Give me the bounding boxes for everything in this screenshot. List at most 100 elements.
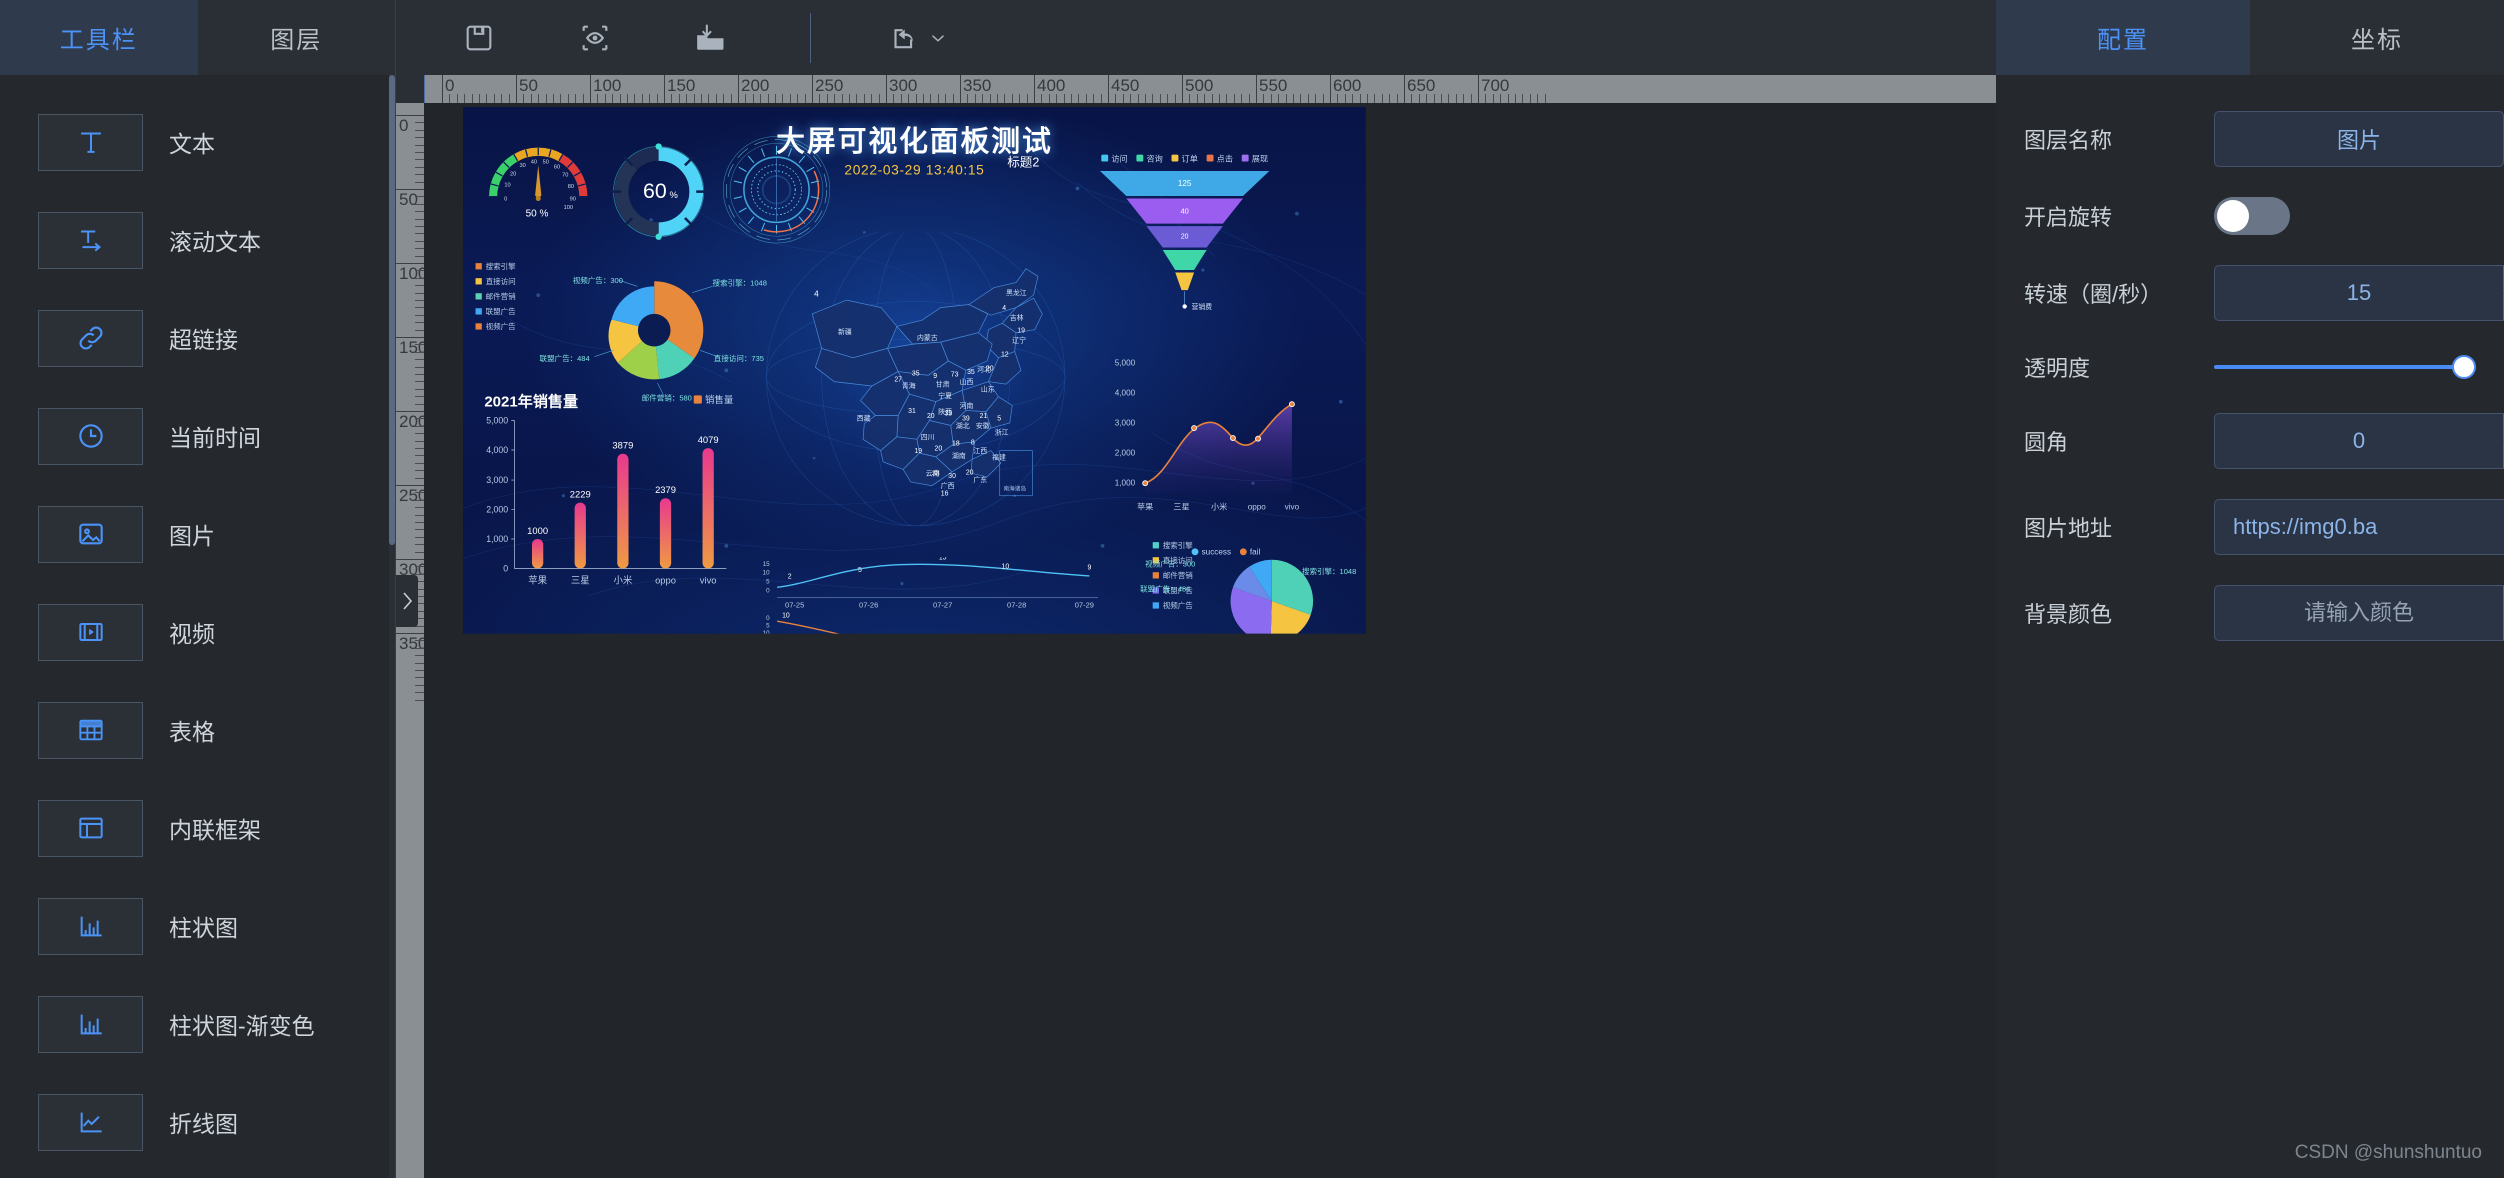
legend-item[interactable]: 搜索引擎 — [1152, 540, 1193, 551]
ruler-minor-tick — [878, 94, 880, 103]
gauge-widget[interactable]: 0 1020 30 40 50 607080 90 100 50 % — [479, 137, 598, 247]
radius-field[interactable] — [2214, 413, 2504, 469]
tool-item-bar-chart[interactable]: 柱状图 — [0, 877, 395, 975]
ruler-minor-tick — [1396, 94, 1398, 103]
ruler-minor-tick — [819, 94, 821, 103]
legend-item[interactable]: 访问 — [1101, 152, 1128, 164]
panel-collapse-handle[interactable] — [396, 575, 418, 627]
dual-line-chart[interactable]: 1510 50 05 1015 202530 25 1510 9 07-25 07-… — [755, 557, 1106, 634]
area-line-chart[interactable]: 5,000 4,000 3,000 2,000 1,000 苹果 三星 小米 oppo — [1096, 350, 1315, 519]
svg-text:39: 39 — [945, 410, 953, 417]
ruler-minor-tick — [415, 292, 424, 294]
svg-text:5: 5 — [766, 579, 770, 586]
tool-item-marquee-text[interactable]: 滚动文本 — [0, 191, 395, 289]
tab-config-label: 配置 — [2097, 27, 2149, 54]
layer-name-input[interactable] — [2215, 126, 2503, 152]
ruler-minor-tick — [997, 94, 998, 103]
export-button[interactable] — [887, 21, 949, 55]
layer-name-field[interactable] — [2214, 111, 2504, 167]
import-button[interactable] — [688, 15, 734, 61]
tool-item-video[interactable]: 视频 — [0, 583, 395, 681]
ruler-minor-tick — [415, 255, 424, 257]
save-button[interactable] — [456, 15, 502, 61]
marquee-text-icon — [38, 211, 143, 269]
funnel-chart[interactable]: 125 40 20 营销费 — [1094, 167, 1276, 314]
tab-toolbar[interactable]: 工具栏 — [0, 0, 198, 75]
tool-item-line-chart[interactable]: 折线图 — [0, 1073, 395, 1171]
ruler-minor-tick — [493, 94, 495, 103]
ruler-minor-tick — [471, 94, 473, 103]
svg-text:21: 21 — [980, 413, 988, 420]
ruler-minor-tick — [937, 94, 939, 103]
opacity-slider[interactable] — [2214, 352, 2476, 382]
ruler-minor-tick — [686, 94, 688, 103]
ruler-minor-tick — [415, 492, 424, 494]
image-url-input[interactable] — [2215, 514, 2504, 540]
tab-layers[interactable]: 图层 — [197, 0, 395, 75]
legend-item[interactable]: 直接访问 — [475, 276, 516, 287]
svg-text:35: 35 — [967, 369, 975, 376]
dashboard-canvas[interactable]: 大屏可视化面板测试 2022-03-29 13:40:15 0 10 20 30… — [463, 107, 1366, 634]
legend-item[interactable]: 搜索引擎 — [475, 261, 516, 272]
ruler-minor-tick — [1248, 94, 1250, 103]
left-scrollbar-thumb[interactable] — [389, 75, 395, 545]
svg-text:35: 35 — [912, 370, 920, 377]
pie-chart-2[interactable] — [1209, 550, 1334, 634]
canvas-shell[interactable]: 大屏可视化面板测试 2022-03-29 13:40:15 0 10 20 30… — [424, 103, 1996, 1178]
svg-text:1,000: 1,000 — [486, 534, 508, 544]
legend-item[interactable]: 视频广告 — [1152, 600, 1193, 611]
svg-text:0: 0 — [504, 196, 507, 202]
legend-item[interactable]: 邮件营销 — [1152, 570, 1193, 581]
legend-item[interactable]: 点击 — [1206, 152, 1233, 164]
ruler-minor-tick — [415, 692, 424, 694]
china-map-chart[interactable]: 新疆西藏 青海内蒙古 黑龙江吉林 辽宁甘肃 四川云南 广西广东 湖南江西 福建浙… — [753, 232, 1079, 533]
tool-item-current-time[interactable]: 当前时间 — [0, 387, 395, 485]
ruler-minor-tick — [923, 94, 924, 103]
image-url-field[interactable] — [2214, 499, 2504, 555]
legend-item[interactable]: 订单 — [1171, 152, 1198, 164]
preview-button[interactable] — [572, 15, 618, 61]
tool-item-bar-chart-gradient[interactable]: 柱状图-渐变色 — [0, 975, 395, 1073]
bar-chart[interactable]: 5,000 4,000 3,000 2,000 1,000 0 1000 2229 38… — [476, 413, 739, 601]
ruler-minor-tick — [1145, 94, 1146, 103]
tool-item-table[interactable]: 表格 — [0, 681, 395, 779]
ring-gauge-widget[interactable]: 60 % — [602, 137, 715, 247]
svg-text:新疆: 新疆 — [838, 327, 852, 336]
legend-item[interactable]: 销售量 — [693, 393, 733, 406]
svg-text:广东: 广东 — [973, 475, 987, 484]
legend-item[interactable]: 邮件营销 — [475, 291, 516, 302]
legend-item[interactable]: 咨询 — [1136, 152, 1163, 164]
ruler-minor-tick — [415, 322, 424, 324]
tool-label: 柱状图-渐变色 — [169, 1013, 315, 1039]
ruler-minor-tick — [1359, 94, 1361, 103]
radius-input[interactable] — [2215, 428, 2503, 454]
opacity-slider-knob[interactable] — [2452, 355, 2476, 379]
ruler-minor-tick — [415, 359, 424, 361]
bg-color-input[interactable] — [2215, 600, 2503, 626]
ruler-minor-tick — [415, 344, 424, 346]
legend-item[interactable]: 视频广告 — [475, 321, 516, 332]
tab-config[interactable]: 配置 — [1996, 0, 2250, 75]
ruler-minor-tick — [1307, 94, 1309, 103]
horizontal-ruler[interactable]: 0 50 100 150 200 250 300 350 400 450 500 550 600 650 7… — [424, 75, 1996, 103]
svg-text:2,000: 2,000 — [1115, 449, 1136, 458]
ruler-minor-tick — [415, 433, 424, 435]
tab-coordinates[interactable]: 坐标 — [2250, 0, 2504, 75]
vertical-ruler[interactable]: 0 50 100 150 200 250 300 350 — [396, 103, 424, 1178]
legend-item[interactable]: 联盟广告 — [475, 306, 516, 317]
tool-item-image[interactable]: 图片 — [0, 485, 395, 583]
bg-color-field[interactable] — [2214, 585, 2504, 641]
rotate-toggle[interactable] — [2214, 197, 2290, 235]
form-row-image-url: 图片地址 — [1996, 499, 2504, 555]
left-scrollbar[interactable] — [389, 75, 395, 1178]
tool-item-text[interactable]: 文本 — [0, 93, 395, 191]
speed-field[interactable] — [2214, 265, 2504, 321]
tool-item-iframe[interactable]: 内联框架 — [0, 779, 395, 877]
tool-item-link[interactable]: 超链接 — [0, 289, 395, 387]
ruler-minor-tick — [1056, 94, 1058, 103]
ruler-minor-tick — [1093, 94, 1095, 103]
svg-text:07-28: 07-28 — [1007, 600, 1026, 609]
tech-ring-widget[interactable] — [719, 132, 835, 248]
legend-item[interactable]: 展现 — [1241, 152, 1268, 164]
speed-input[interactable] — [2215, 280, 2503, 306]
